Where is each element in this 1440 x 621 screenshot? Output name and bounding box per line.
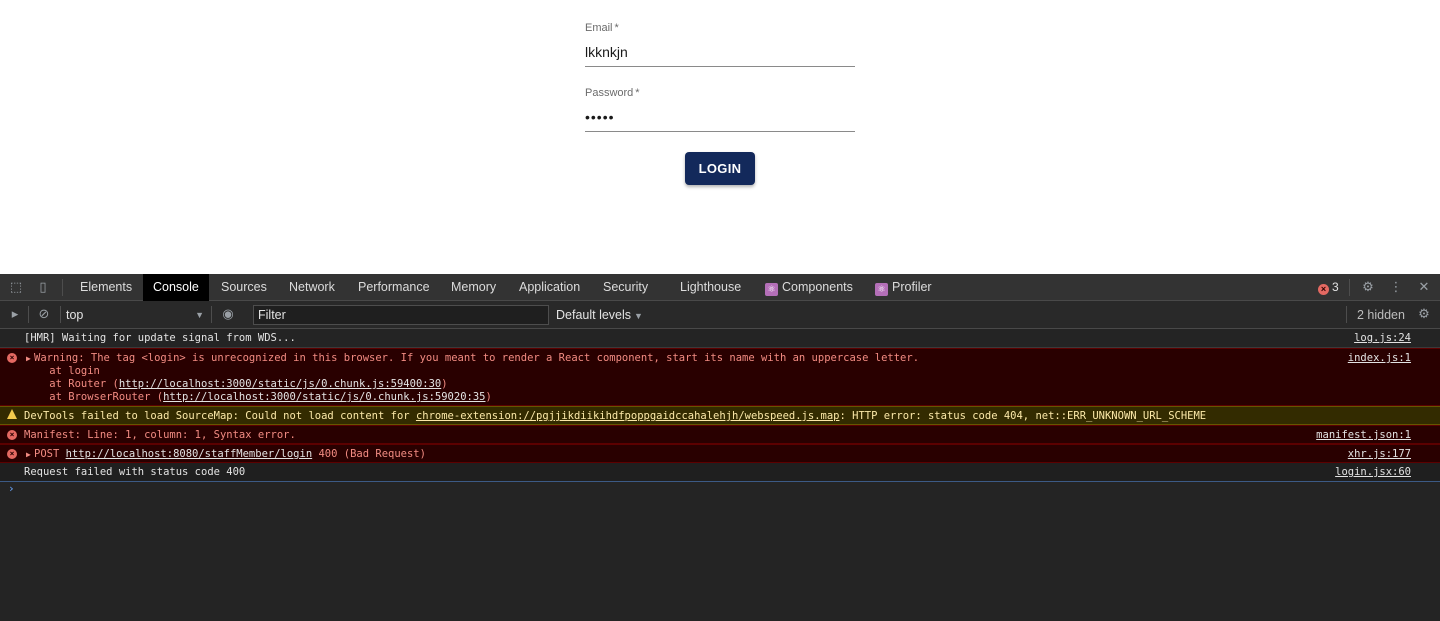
- toolbar-divider: [1346, 306, 1347, 323]
- sidebar-toggle-icon[interactable]: ▸: [8, 307, 22, 321]
- password-required-mark: *: [635, 87, 640, 99]
- device-toolbar-icon[interactable]: ▯: [36, 280, 50, 294]
- error-icon: ×: [7, 430, 17, 440]
- inspect-element-icon[interactable]: ⬚: [9, 280, 23, 294]
- sourcemap-link[interactable]: chrome-extension://pgjjikdiikihdfpoppgai…: [416, 410, 840, 422]
- close-icon[interactable]: ✕: [1417, 280, 1431, 294]
- tab-network[interactable]: Network: [279, 274, 345, 301]
- chevron-down-icon: ▼: [195, 310, 204, 320]
- stack-frame-link[interactable]: http://localhost:3000/static/js/0.chunk.…: [119, 378, 441, 390]
- message-source-link[interactable]: login.jsx:60: [1335, 466, 1411, 479]
- expand-triangle-icon[interactable]: ▶: [26, 448, 31, 461]
- hidden-messages-count: 2 hidden: [1357, 308, 1405, 322]
- error-count-badge[interactable]: × 3: [1318, 281, 1339, 295]
- tab-components[interactable]: ⚛ Components: [755, 274, 863, 301]
- password-label: Password *: [585, 87, 640, 99]
- password-field-group: Password *: [585, 86, 855, 132]
- console-message-warning: DevTools failed to load SourceMap: Could…: [0, 406, 1440, 425]
- eye-icon[interactable]: ◉: [221, 307, 235, 321]
- console-settings-gear-icon[interactable]: ⚙: [1417, 307, 1431, 321]
- email-field-group: Email *: [585, 21, 855, 67]
- react-icon: ⚛: [765, 283, 778, 296]
- clear-console-icon[interactable]: ⊘: [37, 307, 51, 321]
- settings-gear-icon[interactable]: ⚙: [1361, 280, 1375, 294]
- tab-console[interactable]: Console: [143, 274, 209, 301]
- tab-application[interactable]: Application: [509, 274, 590, 301]
- tab-elements[interactable]: Elements: [70, 274, 142, 301]
- stack-frame-link[interactable]: http://localhost:3000/static/js/0.chunk.…: [163, 391, 485, 403]
- email-input[interactable]: [585, 37, 855, 67]
- toolbar-divider: [28, 306, 29, 323]
- error-icon: ×: [7, 449, 17, 459]
- stack-frame: at BrowserRouter (http://localhost:3000/…: [24, 391, 492, 403]
- message-text: POST http://localhost:8080/staffMember/l…: [34, 448, 426, 460]
- tab-sources[interactable]: Sources: [211, 274, 277, 301]
- more-options-icon[interactable]: ⋮: [1389, 280, 1403, 294]
- error-icon: ×: [1318, 284, 1329, 295]
- request-url-link[interactable]: http://localhost:8080/staffMember/login: [66, 448, 313, 460]
- message-text: Manifest: Line: 1, column: 1, Syntax err…: [24, 429, 296, 441]
- toolbar-divider: [211, 306, 212, 323]
- tabbar-divider: [62, 279, 63, 296]
- console-toolbar: ▸ ⊘ top▼ ◉ Default levels▼ 2 hidden ⚙: [0, 301, 1440, 329]
- error-icon: ×: [7, 353, 17, 363]
- log-levels-dropdown[interactable]: Default levels ▼: [556, 307, 643, 323]
- message-text: [HMR] Waiting for update signal from WDS…: [24, 332, 296, 344]
- filter-input[interactable]: [253, 305, 549, 325]
- message-source-link[interactable]: xhr.js:177: [1348, 448, 1411, 461]
- message-source-link[interactable]: index.js:1: [1348, 352, 1411, 365]
- warning-icon: [7, 409, 17, 419]
- tab-profiler[interactable]: ⚛ Profiler: [865, 274, 942, 301]
- message-source-link[interactable]: manifest.json:1: [1316, 429, 1411, 442]
- tab-memory[interactable]: Memory: [441, 274, 506, 301]
- email-label: Email *: [585, 22, 619, 34]
- console-prompt-icon[interactable]: ›: [8, 482, 15, 495]
- tab-performance[interactable]: Performance: [348, 274, 440, 301]
- context-selector[interactable]: top ▼: [66, 307, 204, 323]
- tab-security[interactable]: Security: [593, 274, 658, 301]
- console-message-error: × ▶ Warning: The tag <login> is unrecogn…: [0, 348, 1440, 406]
- react-icon: ⚛: [875, 283, 888, 296]
- devtools-tabbar: ⬚ ▯ Elements Console Sources Network Per…: [0, 274, 1440, 301]
- console-message-log: Request failed with status code 400 logi…: [0, 463, 1440, 482]
- console-output: [HMR] Waiting for update signal from WDS…: [0, 329, 1440, 621]
- password-input[interactable]: [585, 102, 855, 132]
- console-message-error: × Manifest: Line: 1, column: 1, Syntax e…: [0, 425, 1440, 444]
- tabbar-divider: [1349, 279, 1350, 296]
- toolbar-divider: [60, 306, 61, 323]
- message-source-link[interactable]: log.js:24: [1354, 332, 1411, 345]
- stack-frame: at login: [24, 365, 100, 377]
- stack-frame: at Router (http://localhost:3000/static/…: [24, 378, 448, 390]
- email-required-mark: *: [614, 22, 619, 34]
- message-text: Warning: The tag <login> is unrecognized…: [34, 352, 920, 364]
- login-button[interactable]: LOGIN: [685, 152, 755, 185]
- chevron-down-icon: ▼: [634, 311, 643, 321]
- login-page: Email* Password* LOGIN: [0, 0, 1440, 274]
- console-message-error: × ▶ POST http://localhost:8080/staffMemb…: [0, 444, 1440, 463]
- expand-triangle-icon[interactable]: ▶: [26, 352, 31, 365]
- message-text: Request failed with status code 400: [24, 466, 246, 478]
- devtools-panel: ⬚ ▯ Elements Console Sources Network Per…: [0, 274, 1440, 621]
- console-message-info: [HMR] Waiting for update signal from WDS…: [0, 329, 1440, 348]
- message-text: DevTools failed to load SourceMap: Could…: [24, 410, 1207, 422]
- tab-lighthouse[interactable]: Lighthouse: [670, 274, 751, 301]
